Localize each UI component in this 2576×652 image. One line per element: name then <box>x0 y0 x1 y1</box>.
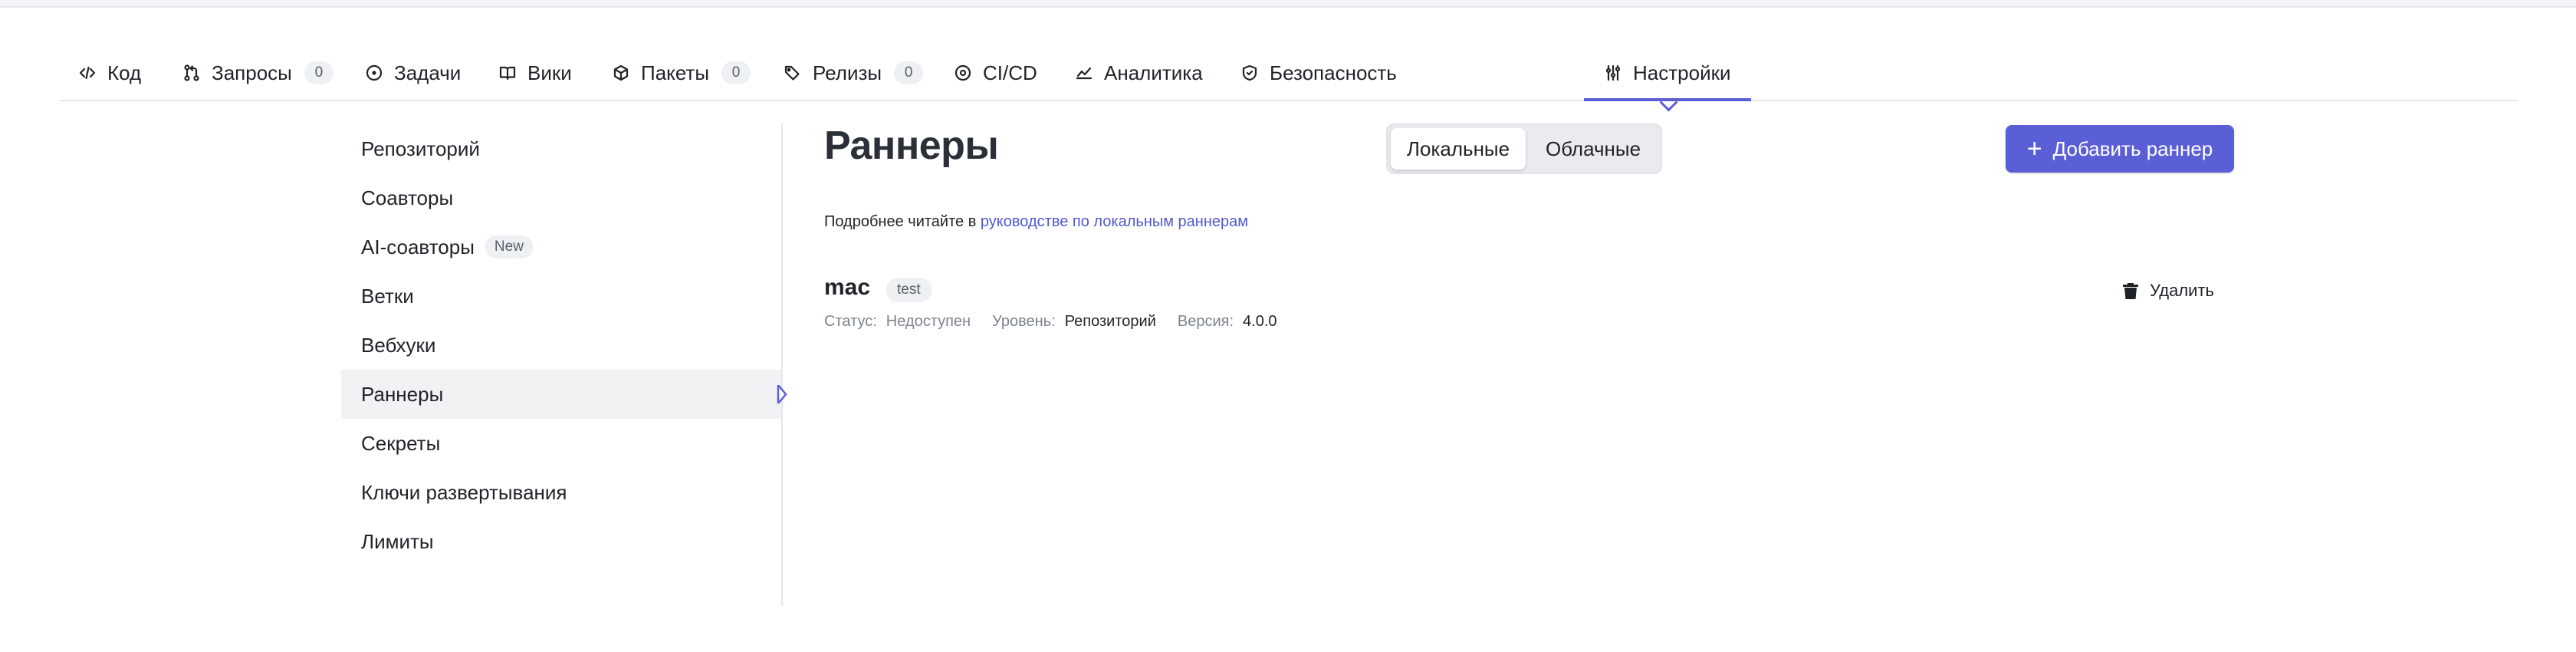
new-badge: New <box>485 235 533 258</box>
tab-label: Безопасность <box>1270 61 1397 84</box>
delete-runner-button[interactable]: Удалить <box>2122 281 2214 301</box>
tab-issues[interactable]: Задачи <box>365 46 461 100</box>
tab-label: Код <box>107 61 142 84</box>
sidebar-item-limits[interactable]: Лимиты <box>341 517 781 566</box>
tab-count-badge: 0 <box>721 61 751 84</box>
sidebar-item-label: Лимиты <box>361 529 434 553</box>
sidebar-item-label: Раннеры <box>361 382 444 406</box>
tag-icon <box>784 65 800 81</box>
tab-label: Релизы <box>813 61 882 84</box>
status-label: Статус: <box>824 313 877 330</box>
sidebar-item-webhooks[interactable]: Вебхуки <box>341 321 781 370</box>
pull-request-icon <box>184 64 199 81</box>
tab-security[interactable]: Безопасность <box>1240 46 1397 100</box>
settings-sidebar: Репозиторий Соавторы AI-соавторы New Вет… <box>341 123 787 606</box>
active-item-marker <box>777 385 787 403</box>
add-runner-label: Добавить раннер <box>2052 137 2213 160</box>
tab-label: Запросы <box>212 61 292 84</box>
tab-label: Настройки <box>1633 61 1731 84</box>
sidebar-item-runners[interactable]: Раннеры <box>341 370 787 419</box>
tab-count-badge: 0 <box>894 61 924 84</box>
version-label: Версия: <box>1177 313 1234 330</box>
tab-count-badge: 0 <box>304 61 334 84</box>
sidebar-item-label: Вебхуки <box>361 333 436 357</box>
tab-settings[interactable]: Настройки <box>1584 46 1750 112</box>
book-icon <box>499 66 516 81</box>
active-tab-indicator <box>1659 93 1678 112</box>
status-value: Недоступен <box>886 313 971 330</box>
sidebar-item-branches[interactable]: Ветки <box>341 272 781 321</box>
runner-name: mac <box>824 275 871 300</box>
runner-type-switch: Локальные Облачные <box>1386 123 1662 174</box>
info-text: Подробнее читайте в руководстве по локал… <box>824 213 1248 231</box>
code-icon <box>79 66 96 80</box>
tab-releases[interactable]: Релизы 0 <box>784 46 924 100</box>
tab-code[interactable]: Код <box>78 46 141 100</box>
ci-icon <box>955 64 971 81</box>
sidebar-item-label: Ветки <box>361 284 414 308</box>
top-strip <box>0 0 2576 8</box>
sidebar-item-label: AI-соавторы <box>361 235 475 258</box>
tab-analytics[interactable]: Аналитика <box>1075 46 1203 100</box>
runner-meta: Статус: Недоступен Уровень: Репозиторий … <box>824 313 1299 331</box>
tab-wiki[interactable]: Вики <box>498 46 572 100</box>
trash-icon <box>2123 283 2138 299</box>
add-runner-button[interactable]: + Добавить раннер <box>2006 125 2234 173</box>
tab-label: Аналитика <box>1104 61 1203 84</box>
runner-tag-badge: test <box>886 278 932 302</box>
sidebar-item-secrets[interactable]: Секреты <box>341 419 781 468</box>
issue-icon <box>366 64 383 81</box>
version-value: 4.0.0 <box>1243 313 1277 330</box>
tab-label: CI/CD <box>983 61 1037 84</box>
sidebar-item-collaborators[interactable]: Соавторы <box>341 173 781 222</box>
tab-label: Пакеты <box>641 61 710 84</box>
sidebar-item-deploy-keys[interactable]: Ключи развертывания <box>341 468 781 517</box>
chart-icon <box>1076 67 1092 80</box>
sidebar-item-label: Соавторы <box>361 186 454 209</box>
tab-label: Вики <box>527 61 572 84</box>
sidebar-item-label: Секреты <box>361 431 441 455</box>
package-icon <box>613 64 629 81</box>
settings-sliders-icon <box>1605 64 1621 81</box>
sidebar-item-label: Репозиторий <box>361 137 480 160</box>
repo-tabs: Код Запросы 0 Задачи Вики Пакеты 0 Релиз… <box>60 46 2518 112</box>
sidebar-item-ai-collaborators[interactable]: AI-соавторы New <box>341 222 781 272</box>
runners-guide-link[interactable]: руководстве по локальным раннерам <box>981 213 1248 230</box>
tab-label: Задачи <box>394 61 462 84</box>
sidebar-item-repository[interactable]: Репозиторий <box>341 124 781 173</box>
page-title: Раннеры <box>824 123 999 168</box>
sidebar-item-label: Ключи развертывания <box>361 480 567 504</box>
delete-label: Удалить <box>2150 281 2214 300</box>
tab-packages[interactable]: Пакеты 0 <box>612 46 751 100</box>
shield-icon <box>1242 64 1257 81</box>
tab-cicd[interactable]: CI/CD <box>954 46 1037 100</box>
segment-cloud[interactable]: Облачные <box>1526 128 1661 170</box>
level-value: Репозиторий <box>1064 313 1156 330</box>
tab-requests[interactable]: Запросы 0 <box>182 46 334 100</box>
level-label: Уровень: <box>992 313 1056 330</box>
plus-icon: + <box>2026 134 2042 163</box>
segment-local[interactable]: Локальные <box>1391 128 1526 170</box>
info-prefix: Подробнее читайте в <box>824 213 977 230</box>
